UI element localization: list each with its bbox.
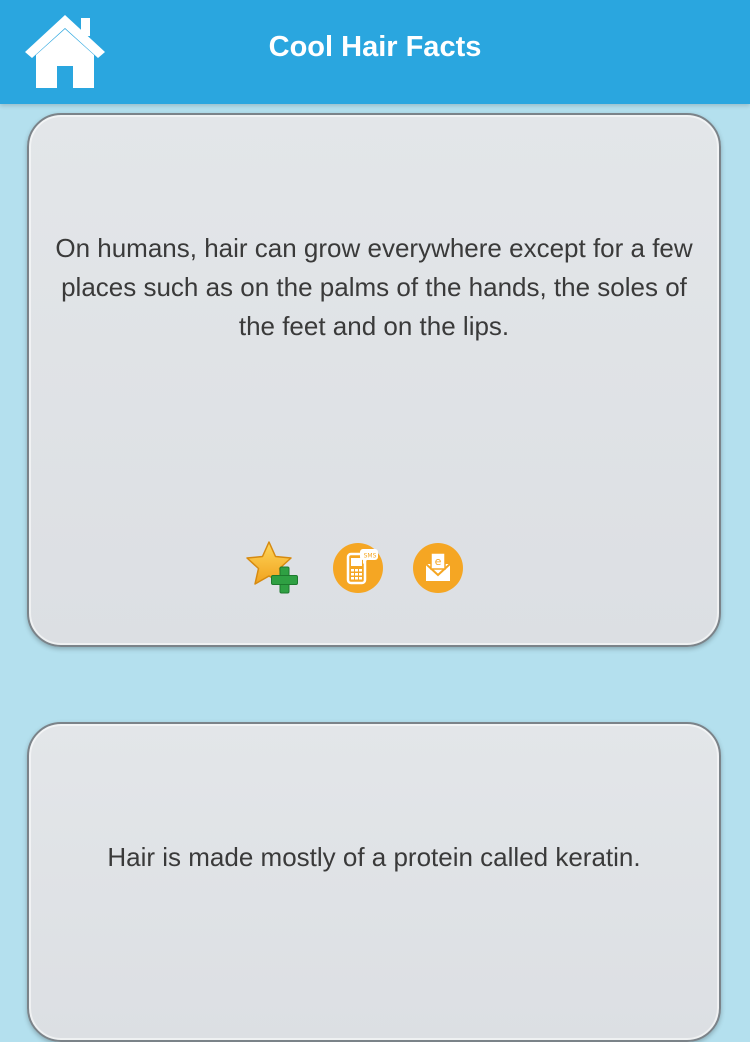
page-title: Cool Hair Facts xyxy=(268,31,482,63)
fact-card: Hair is made mostly of a protein called … xyxy=(27,722,721,1042)
app-header: Cool Hair Facts xyxy=(0,0,750,104)
email-envelope-icon: e xyxy=(413,543,463,593)
sms-phone-icon: SMS xyxy=(333,543,383,593)
add-favorite-button[interactable] xyxy=(244,539,302,597)
add-favorite-star-icon xyxy=(246,541,298,594)
fact-actions: SMS e xyxy=(29,539,719,599)
fact-text: On humans, hair can grow everywhere exce… xyxy=(55,233,693,341)
sms-badge-text: SMS xyxy=(364,553,377,560)
fact-card: On humans, hair can grow everywhere exce… xyxy=(27,113,721,647)
email-share-button[interactable]: e xyxy=(411,541,469,599)
email-badge-text: e xyxy=(435,555,442,568)
fact-text: Hair is made mostly of a protein called … xyxy=(107,842,641,872)
sms-share-button[interactable]: SMS xyxy=(331,541,389,599)
